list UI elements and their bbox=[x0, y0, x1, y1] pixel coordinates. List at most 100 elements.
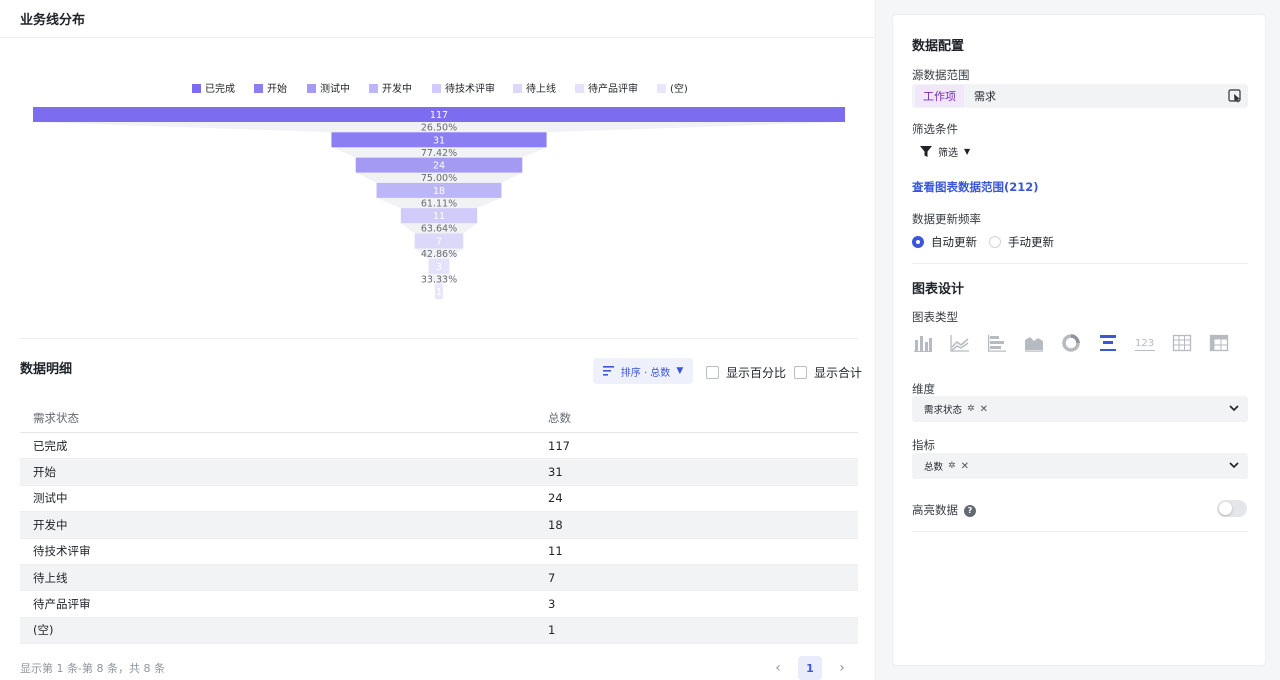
manual-refresh-label: 手动更新 bbox=[1008, 235, 1054, 249]
metric-label: 指标 bbox=[912, 438, 935, 452]
table-cell: 测试中 bbox=[33, 491, 68, 506]
chevron-down-icon bbox=[1229, 405, 1239, 412]
config-panel: 数据配置 源数据范围 工作项 需求 筛选条件 筛选 ▼ 查看图表数据范围(212… bbox=[892, 14, 1266, 666]
table-cell: (空) bbox=[33, 623, 54, 638]
manual-refresh-radio[interactable] bbox=[989, 236, 1001, 248]
chart-header: 业务线分布 bbox=[0, 0, 875, 38]
chart-type-selector: 123 bbox=[912, 333, 1230, 353]
area-chart-icon[interactable] bbox=[1023, 333, 1045, 353]
pagination: ‹ 1 › bbox=[770, 656, 850, 680]
funnel-conversion-label: 75.00% bbox=[421, 173, 457, 184]
dimension-label: 维度 bbox=[912, 382, 935, 396]
show-total-label: 显示合计 bbox=[814, 366, 863, 380]
show-percent-label: 显示百分比 bbox=[726, 366, 787, 380]
column-header-total[interactable]: 总数 bbox=[548, 410, 858, 426]
funnel-conversion-label: 26.50% bbox=[421, 123, 457, 134]
prev-page-icon[interactable]: ‹ bbox=[770, 658, 786, 678]
legend-label: 待产品评审 bbox=[588, 82, 638, 95]
funnel-conversion-label: 61.11% bbox=[421, 198, 457, 209]
bar-chart-icon[interactable] bbox=[912, 333, 934, 353]
legend-swatch bbox=[513, 84, 522, 93]
legend-label: (空) bbox=[670, 82, 688, 95]
funnel-value-label: 117 bbox=[430, 110, 448, 121]
table-cell: 待上线 bbox=[33, 570, 68, 585]
legend-item[interactable]: 开发中 bbox=[369, 82, 412, 95]
section-divider bbox=[912, 531, 1248, 532]
gear-icon[interactable]: ✲ bbox=[967, 404, 975, 414]
funnel-value-label: 1 bbox=[436, 287, 442, 298]
table-chart-icon[interactable] bbox=[1171, 333, 1193, 353]
close-icon[interactable]: ✕ bbox=[980, 404, 988, 415]
auto-refresh-radio[interactable] bbox=[912, 236, 924, 248]
horizontal-bar-chart-icon[interactable] bbox=[986, 333, 1008, 353]
legend-item[interactable]: 待技术评审 bbox=[432, 82, 495, 95]
funnel-chart-icon[interactable] bbox=[1097, 333, 1119, 353]
filter-button[interactable]: 筛选 ▼ bbox=[920, 144, 970, 159]
table-cell: 开始 bbox=[33, 465, 56, 480]
funnel-value-label: 3 bbox=[436, 262, 442, 273]
pie-chart-icon[interactable] bbox=[1060, 333, 1082, 353]
page-button[interactable]: 1 bbox=[798, 656, 822, 680]
legend-swatch bbox=[254, 84, 263, 93]
checkbox-box[interactable] bbox=[794, 366, 807, 379]
table-cell: 待产品评审 bbox=[33, 597, 91, 612]
next-page-icon[interactable]: › bbox=[834, 658, 850, 678]
close-icon[interactable]: ✕ bbox=[961, 461, 969, 472]
metric-select[interactable]: 总数 ✲ ✕ bbox=[912, 453, 1248, 479]
checkbox-box[interactable] bbox=[706, 366, 719, 379]
legend-label: 开发中 bbox=[382, 82, 412, 95]
legend-swatch bbox=[307, 84, 316, 93]
table-header-row: 需求状态 总数 bbox=[20, 404, 858, 433]
source-field[interactable]: 工作项 需求 bbox=[912, 84, 1248, 108]
table-row: 测试中 24 bbox=[20, 486, 858, 513]
table-cell: 18 bbox=[548, 517, 563, 532]
detail-title: 数据明细 bbox=[20, 362, 73, 377]
show-percent-checkbox[interactable]: 显示百分比 bbox=[706, 364, 786, 381]
section-divider bbox=[912, 263, 1248, 264]
number-card-icon[interactable]: 123 bbox=[1134, 333, 1156, 353]
view-data-range-link[interactable]: 查看图表数据范围(212) bbox=[912, 179, 1039, 195]
table-cell: 117 bbox=[548, 438, 570, 453]
source-value: 需求 bbox=[974, 90, 996, 103]
gear-icon[interactable]: ✲ bbox=[948, 461, 956, 471]
legend-label: 测试中 bbox=[320, 82, 350, 95]
select-range-icon[interactable] bbox=[1228, 89, 1242, 103]
sort-button[interactable]: 排序 · 总数 ▼ bbox=[593, 358, 693, 384]
legend-swatch bbox=[369, 84, 378, 93]
highlight-toggle[interactable] bbox=[1217, 500, 1247, 517]
pivot-table-icon[interactable] bbox=[1208, 333, 1230, 353]
legend-item[interactable]: 待上线 bbox=[513, 82, 556, 95]
table-row: 待产品评审 3 bbox=[20, 591, 858, 618]
refresh-label: 数据更新频率 bbox=[912, 212, 981, 226]
legend-item[interactable]: 测试中 bbox=[307, 82, 350, 95]
legend-label: 待上线 bbox=[526, 82, 556, 95]
legend-label: 已完成 bbox=[205, 82, 235, 95]
funnel-chart-area: 已完成 开始 测试中 开发中 待技术评审 待上线 待产品评审 (空) 117 31 24 18 11 7 3… bbox=[0, 38, 876, 338]
funnel-value-label: 11 bbox=[433, 211, 445, 222]
table-cell: 7 bbox=[548, 570, 556, 585]
help-icon[interactable]: ? bbox=[964, 504, 976, 517]
table-row: 开发中 18 bbox=[20, 512, 858, 539]
funnel-conversion-label: 33.33% bbox=[421, 274, 457, 285]
legend-item[interactable]: 已完成 bbox=[192, 82, 235, 95]
metric-chip: 总数 ✲ ✕ bbox=[924, 459, 969, 474]
dimension-select[interactable]: 需求状态 ✲ ✕ bbox=[912, 396, 1248, 422]
line-chart-icon[interactable] bbox=[949, 333, 971, 353]
auto-refresh-label: 自动更新 bbox=[931, 235, 977, 249]
dimension-chip: 需求状态 ✲ ✕ bbox=[924, 402, 988, 417]
legend-item[interactable]: 待产品评审 bbox=[575, 82, 638, 95]
funnel-conversion-label: 63.64% bbox=[421, 224, 457, 235]
caret-down-icon: ▼ bbox=[676, 366, 684, 376]
legend-item[interactable]: 开始 bbox=[254, 82, 287, 95]
chart-panel: 业务线分布 已完成 开始 测试中 开发中 待技术评审 待上线 待产品评审 (空) 117 31 24… bbox=[0, 0, 876, 680]
legend-item[interactable]: (空) bbox=[657, 82, 688, 95]
show-total-checkbox[interactable]: 显示合计 bbox=[794, 364, 862, 381]
pagination-summary: 显示第 1 条-第 8 条，共 8 条 bbox=[20, 662, 165, 675]
funnel-value-label: 31 bbox=[433, 135, 445, 146]
table-row: 开始 31 bbox=[20, 459, 858, 486]
funnel-chart: 已完成 开始 测试中 开发中 待技术评审 待上线 待产品评审 (空)1173124181173… bbox=[33, 82, 845, 300]
table-cell: 31 bbox=[548, 465, 563, 480]
section-divider bbox=[20, 338, 858, 339]
column-header-status[interactable]: 需求状态 bbox=[20, 410, 548, 426]
legend-swatch bbox=[432, 84, 441, 93]
